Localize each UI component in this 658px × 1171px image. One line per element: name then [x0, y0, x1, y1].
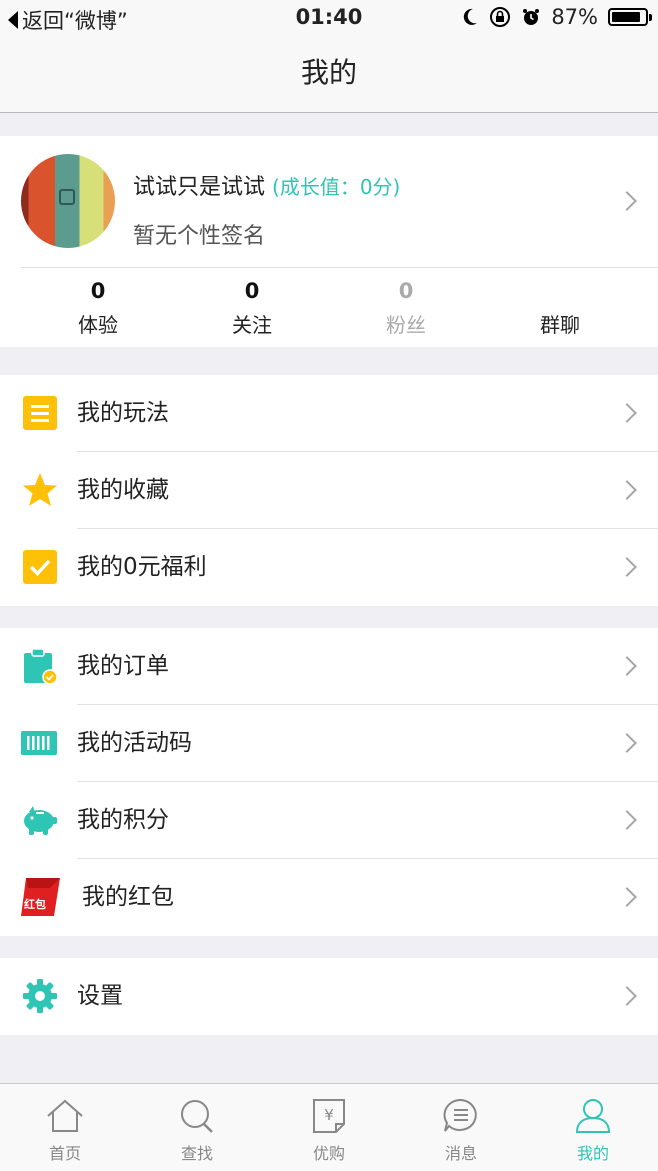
alarm-icon — [523, 9, 540, 25]
menu-item-label: 我的红包 — [82, 884, 174, 910]
tab-label: 查找 — [180, 1144, 213, 1163]
nav-bar: 我的 — [0, 36, 658, 113]
menu-item-my-gameplay[interactable]: 我的玩法 — [0, 375, 658, 452]
page-title: 我的 — [300, 56, 357, 89]
menu-item-my-favorites[interactable]: 我的收藏 — [0, 452, 658, 529]
clipboard-icon — [24, 648, 58, 684]
menu-item-red-packets[interactable]: 红包 我的红包 — [0, 859, 658, 936]
chevron-right-icon — [617, 557, 637, 577]
chevron-right-icon — [617, 656, 637, 676]
battery-fill — [612, 12, 640, 22]
rotation-lock-icon — [490, 7, 511, 27]
red-envelope-icon: 红包 — [21, 878, 60, 916]
menu-group-1: 我的玩法 我的收藏 我的0元福利 — [0, 375, 658, 606]
home-icon — [47, 1099, 83, 1132]
menu-item-label: 我的订单 — [77, 653, 169, 679]
stat-count — [500, 279, 620, 307]
stat-label: 关注 — [232, 313, 272, 337]
menu-item-my-points[interactable]: 我的积分 — [0, 782, 658, 859]
tab-shop[interactable]: ¥ 优购 — [279, 1084, 379, 1171]
menu-group-3: 设置 — [0, 958, 658, 1035]
tab-search[interactable]: 查找 — [147, 1084, 247, 1171]
chevron-right-icon — [617, 733, 637, 753]
tab-bar: 首页 查找 ¥ 优购 消息 我的 — [0, 1083, 658, 1171]
avatar[interactable] — [21, 154, 115, 248]
svg-text:¥: ¥ — [324, 1106, 334, 1124]
stat-label: 群聊 — [540, 313, 580, 337]
stat-fans[interactable]: 0 粉丝 — [346, 279, 466, 338]
menu-item-label: 我的玩法 — [77, 400, 169, 426]
tab-home[interactable]: 首页 — [15, 1084, 115, 1171]
divider — [21, 267, 658, 268]
menu-group-2: 我的订单 我的活动码 我的积分 红包 我的红包 — [0, 628, 658, 936]
piggy-bank-icon — [24, 806, 57, 835]
growth-value: (成长值：0分) — [272, 175, 401, 199]
stat-following[interactable]: 0 关注 — [192, 279, 312, 338]
chevron-right-icon — [617, 810, 637, 830]
chevron-right-icon — [617, 986, 637, 1006]
message-icon — [443, 1098, 477, 1132]
menu-item-free-benefits[interactable]: 我的0元福利 — [0, 529, 658, 606]
gear-icon — [23, 979, 57, 1013]
avatar-lock-icon — [59, 189, 75, 205]
menu-item-label: 我的收藏 — [77, 477, 169, 503]
profile-signature: 暂无个性签名 — [133, 224, 266, 249]
menu-item-settings[interactable]: 设置 — [0, 958, 658, 1035]
stat-count: 0 — [244, 279, 260, 303]
stat-group-chat[interactable]: 群聊 — [500, 279, 620, 338]
battery-percent: 87% — [551, 5, 598, 29]
menu-item-activity-code[interactable]: 我的活动码 — [0, 705, 658, 782]
checkbox-icon — [23, 550, 57, 584]
chevron-right-icon — [617, 403, 637, 423]
status-icons: 87% — [461, 5, 652, 29]
person-icon — [575, 1099, 611, 1133]
tab-messages[interactable]: 消息 — [411, 1084, 511, 1171]
tab-label: 我的 — [576, 1144, 609, 1163]
profile-chevron-right-icon — [617, 191, 637, 211]
stat-label: 粉丝 — [386, 313, 426, 337]
star-icon — [23, 473, 57, 506]
stat-experience[interactable]: 0 体验 — [38, 279, 158, 338]
menu-item-label: 我的0元福利 — [77, 554, 207, 580]
list-icon — [23, 396, 57, 430]
status-bar: 返回“微博” 01:40 87% — [0, 0, 658, 36]
profile-name: 试试只是试试 — [133, 175, 266, 200]
menu-item-label: 设置 — [77, 983, 123, 1009]
tab-label: 消息 — [444, 1144, 477, 1163]
moon-icon — [464, 8, 478, 25]
barcode-icon — [21, 731, 57, 755]
profile-name-line: 试试只是试试 (成长值：0分) — [133, 169, 400, 201]
menu-item-label: 我的积分 — [77, 807, 169, 833]
tab-me[interactable]: 我的 — [543, 1084, 643, 1171]
profile-card[interactable]: 试试只是试试 (成长值：0分) 暂无个性签名 0 体验 0 关注 0 粉丝 群聊 — [0, 136, 658, 347]
stat-count: 0 — [90, 279, 106, 303]
battery-icon — [608, 8, 652, 26]
svg-text:红包: 红包 — [24, 897, 46, 911]
search-icon — [181, 1100, 213, 1133]
chevron-right-icon — [617, 887, 637, 907]
stat-label: 体验 — [78, 313, 118, 337]
menu-item-label: 我的活动码 — [77, 730, 192, 756]
stat-count: 0 — [398, 279, 414, 303]
chevron-right-icon — [617, 480, 637, 500]
tab-label: 优购 — [312, 1144, 345, 1163]
tab-label: 首页 — [48, 1144, 81, 1163]
yen-bag-icon: ¥ — [313, 1099, 345, 1133]
menu-item-my-orders[interactable]: 我的订单 — [0, 628, 658, 705]
